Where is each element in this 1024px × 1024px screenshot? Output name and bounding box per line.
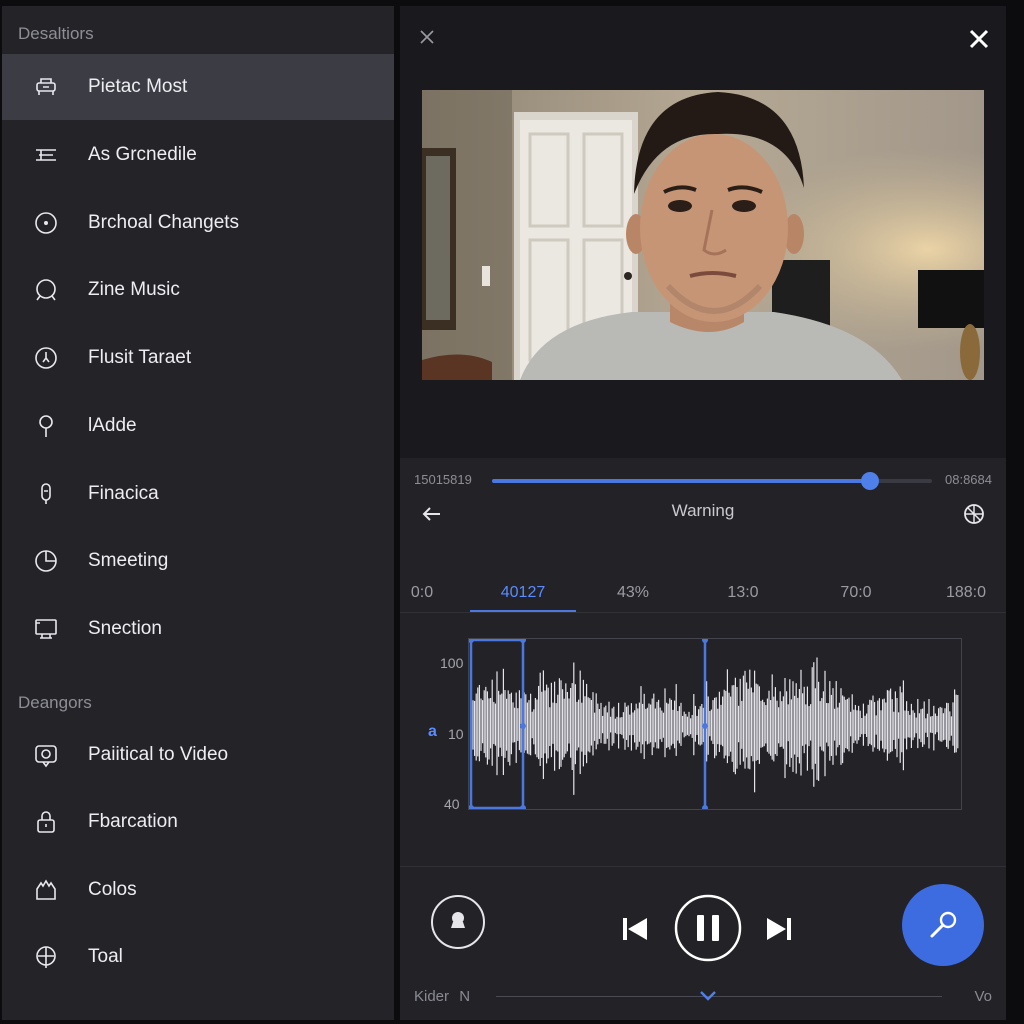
selection-handle[interactable] [468,805,474,811]
selection-handle[interactable] [520,723,526,729]
skip-forward-button[interactable] [764,914,794,944]
scrub-handle[interactable] [861,472,880,490]
pause-button[interactable] [674,894,742,962]
sidebar-item-colos[interactable]: Colos [2,857,394,923]
sidebar-item-label: Finacica [88,483,159,504]
sidebar-item-finacica[interactable]: Finacica [2,461,394,527]
search-icon [32,276,60,304]
sidebar: Desaltiors Pietac Most As Grcnedile Brch… [2,6,394,1020]
sidebar-item-toal[interactable]: Toal [2,924,394,990]
sidebar-item-label: Zine Music [88,279,180,300]
sidebar-item-brchoal-changets[interactable]: Brchoal Changets [2,190,394,256]
list-icon [32,141,60,169]
timeline-tick: 43% [616,584,650,601]
monitor-icon [32,615,60,643]
sidebar-item-label: Fbarcation [88,811,178,832]
sidebar-item-as-grcnedile[interactable]: As Grcnedile [2,122,394,188]
layers-icon [32,73,60,101]
sidebar-item-fbarcation[interactable]: Fbarcation [2,789,394,855]
editor-title: Warning [671,501,735,520]
sidebar-section-label: Deangors [18,693,92,712]
face-badge-icon [32,741,60,769]
waveform-axis-label: 40 [444,796,460,812]
scrub-progress [492,479,871,483]
audio-editor: 15015819 08:8684 Warning 0:0 40127 43% 1… [400,458,1006,1020]
selection-handle[interactable] [702,805,708,811]
channel-tag: a [428,723,437,740]
video-frame-image [422,90,984,380]
timeline-tick: 70:0 [840,584,872,601]
pin-icon [32,412,60,440]
chevron-down-icon[interactable] [698,989,718,1003]
bottom-track[interactable] [496,996,942,997]
timeline-tick-active[interactable]: 40127 [501,584,546,602]
sidebar-item-pietac-most[interactable]: Pietac Most [2,54,394,120]
selection-handle[interactable] [520,805,526,811]
sidebar-item-label: As Grcnedile [88,144,197,165]
sidebar-item-smeeting[interactable]: Smeeting [2,528,394,594]
microphone-icon [930,911,957,938]
skip-back-button[interactable] [620,914,650,944]
selection-handle[interactable] [702,637,708,643]
globe-icon[interactable] [962,502,986,526]
video-editor-panel: 15015819 08:8684 Warning 0:0 40127 43% 1… [400,6,1006,1020]
sidebar-item-label: Flusit Taraet [88,347,192,368]
waveform [468,637,959,811]
waveform-axis-label: 10 [448,726,464,742]
total-time: 08:8684 [945,472,992,487]
record-button[interactable] [430,894,486,950]
selection-handle[interactable] [702,723,708,729]
lock-icon [32,808,60,836]
pie-chart-icon [32,547,60,575]
sidebar-item-label: lAdde [88,415,137,436]
sidebar-item-flusit-taraet[interactable]: Flusit Taraet [2,325,394,391]
sidebar-item-label: Smeeting [88,550,169,571]
bottom-left-label: Kider N [414,988,470,1005]
close-icon[interactable] [416,26,438,48]
microphone-button[interactable] [902,884,984,966]
divider [400,612,1006,613]
globe-icon [32,943,60,971]
sidebar-item-paiitical-to-video[interactable]: Paiitical to Video [2,722,394,788]
pause-icon [674,894,742,962]
sidebar-item-label: Colos [88,879,137,900]
sidebar-item-snection[interactable]: Snection [2,596,394,662]
sidebar-section-label: Desaltiors [18,24,94,43]
waveform-track[interactable] [468,637,962,811]
sidebar-item-label: Pietac Most [88,76,188,97]
current-time: 15015819 [414,472,472,487]
scrub-bar[interactable] [492,472,932,490]
video-preview[interactable] [422,90,984,380]
sidebar-item-zine-music[interactable]: Zine Music [2,257,394,323]
divider [400,866,1006,867]
bottom-right-label: Vo [974,988,992,1005]
hand-icon [32,876,60,904]
selection-handle[interactable] [468,637,474,643]
timeline-ruler[interactable]: 0:0 40127 43% 13:0 70:0 188:0 [400,574,1006,614]
selection-handle[interactable] [520,637,526,643]
sidebar-item-label: Brchoal Changets [88,212,240,233]
clock-icon [32,344,60,372]
timeline-tick: 13:0 [727,584,759,601]
timeline-tick: 188:0 [945,584,987,601]
sidebar-item-ladde[interactable]: lAdde [2,393,394,459]
sidebar-item-label: Toal [88,946,123,967]
microphone-icon [32,480,60,508]
bottom-left-suffix: N [459,988,471,1005]
waveform-axis-label: 100 [440,655,464,671]
circle-icon [32,209,60,237]
close-icon[interactable] [964,24,994,54]
bottom-left-text: Kider [414,988,450,1005]
sidebar-item-label: Snection [88,618,162,639]
sidebar-item-label: Paiitical to Video [88,744,229,765]
timeline-tick: 0:0 [410,584,434,601]
skip-forward-icon [767,918,791,940]
record-icon [431,895,485,949]
skip-back-icon [623,918,647,940]
